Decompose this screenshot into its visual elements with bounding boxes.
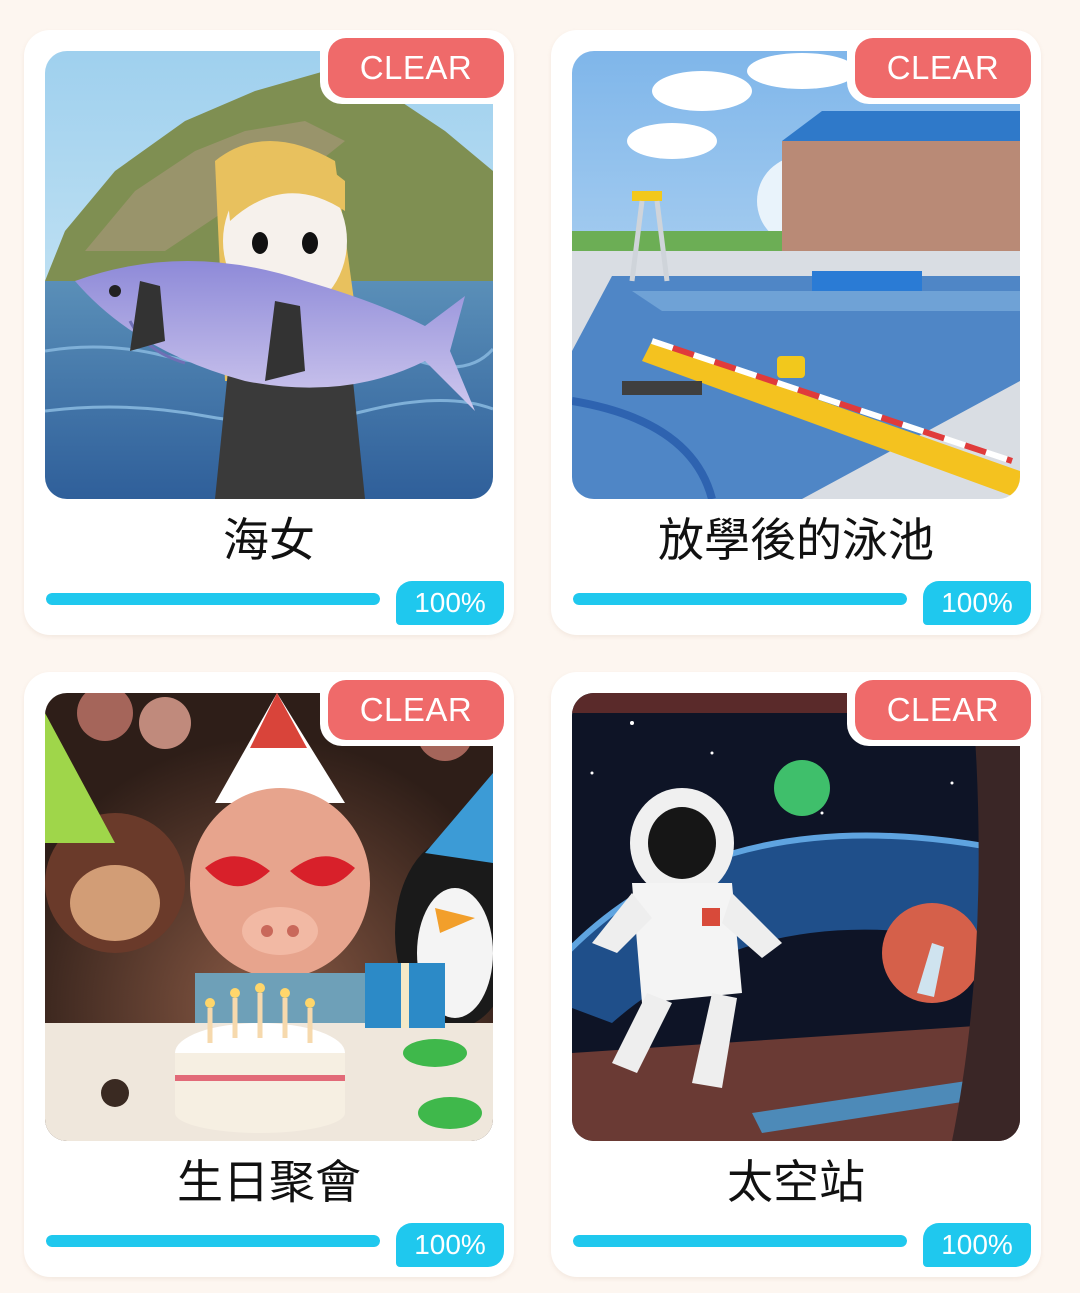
clear-badge: CLEAR (320, 34, 510, 104)
progress-bar (46, 1235, 380, 1247)
clear-badge: CLEAR (847, 676, 1037, 746)
progress-fill (46, 1235, 380, 1247)
clear-badge-label: CLEAR (328, 680, 504, 740)
progress-percent-badge: 100% (923, 1223, 1031, 1267)
progress-fill (46, 593, 380, 605)
progress-fill (573, 1235, 907, 1247)
level-grid: CLEAR 海女 100% CLEAR 放學後的泳池 100% CLEAR 生日… (0, 0, 1080, 1293)
level-card-space[interactable]: CLEAR 太空站 100% (551, 672, 1041, 1277)
level-title: 海女 (223, 513, 315, 567)
progress-percent-badge: 100% (396, 581, 504, 625)
pool-scene-image (572, 51, 1020, 499)
progress-fill (573, 593, 907, 605)
progress-bar (573, 593, 907, 605)
birthday-scene-image (45, 693, 493, 1141)
level-card-diver[interactable]: CLEAR 海女 100% (24, 30, 514, 635)
level-title: 太空站 (727, 1155, 865, 1209)
clear-badge-label: CLEAR (328, 38, 504, 98)
clear-badge-label: CLEAR (855, 38, 1031, 98)
level-title: 放學後的泳池 (658, 513, 934, 567)
level-thumbnail-pool[interactable] (572, 51, 1020, 499)
level-title: 生日聚會 (177, 1155, 361, 1209)
level-card-pool[interactable]: CLEAR 放學後的泳池 100% (551, 30, 1041, 635)
clear-badge: CLEAR (847, 34, 1037, 104)
level-thumbnail-diver[interactable] (45, 51, 493, 499)
progress-percent-badge: 100% (923, 581, 1031, 625)
diver-scene-image (45, 51, 493, 499)
progress-percent-badge: 100% (396, 1223, 504, 1267)
space-scene-image (572, 693, 1020, 1141)
progress-bar (46, 593, 380, 605)
clear-badge: CLEAR (320, 676, 510, 746)
level-thumbnail-birthday[interactable] (45, 693, 493, 1141)
level-card-birthday[interactable]: CLEAR 生日聚會 100% (24, 672, 514, 1277)
level-thumbnail-space[interactable] (572, 693, 1020, 1141)
progress-bar (573, 1235, 907, 1247)
clear-badge-label: CLEAR (855, 680, 1031, 740)
